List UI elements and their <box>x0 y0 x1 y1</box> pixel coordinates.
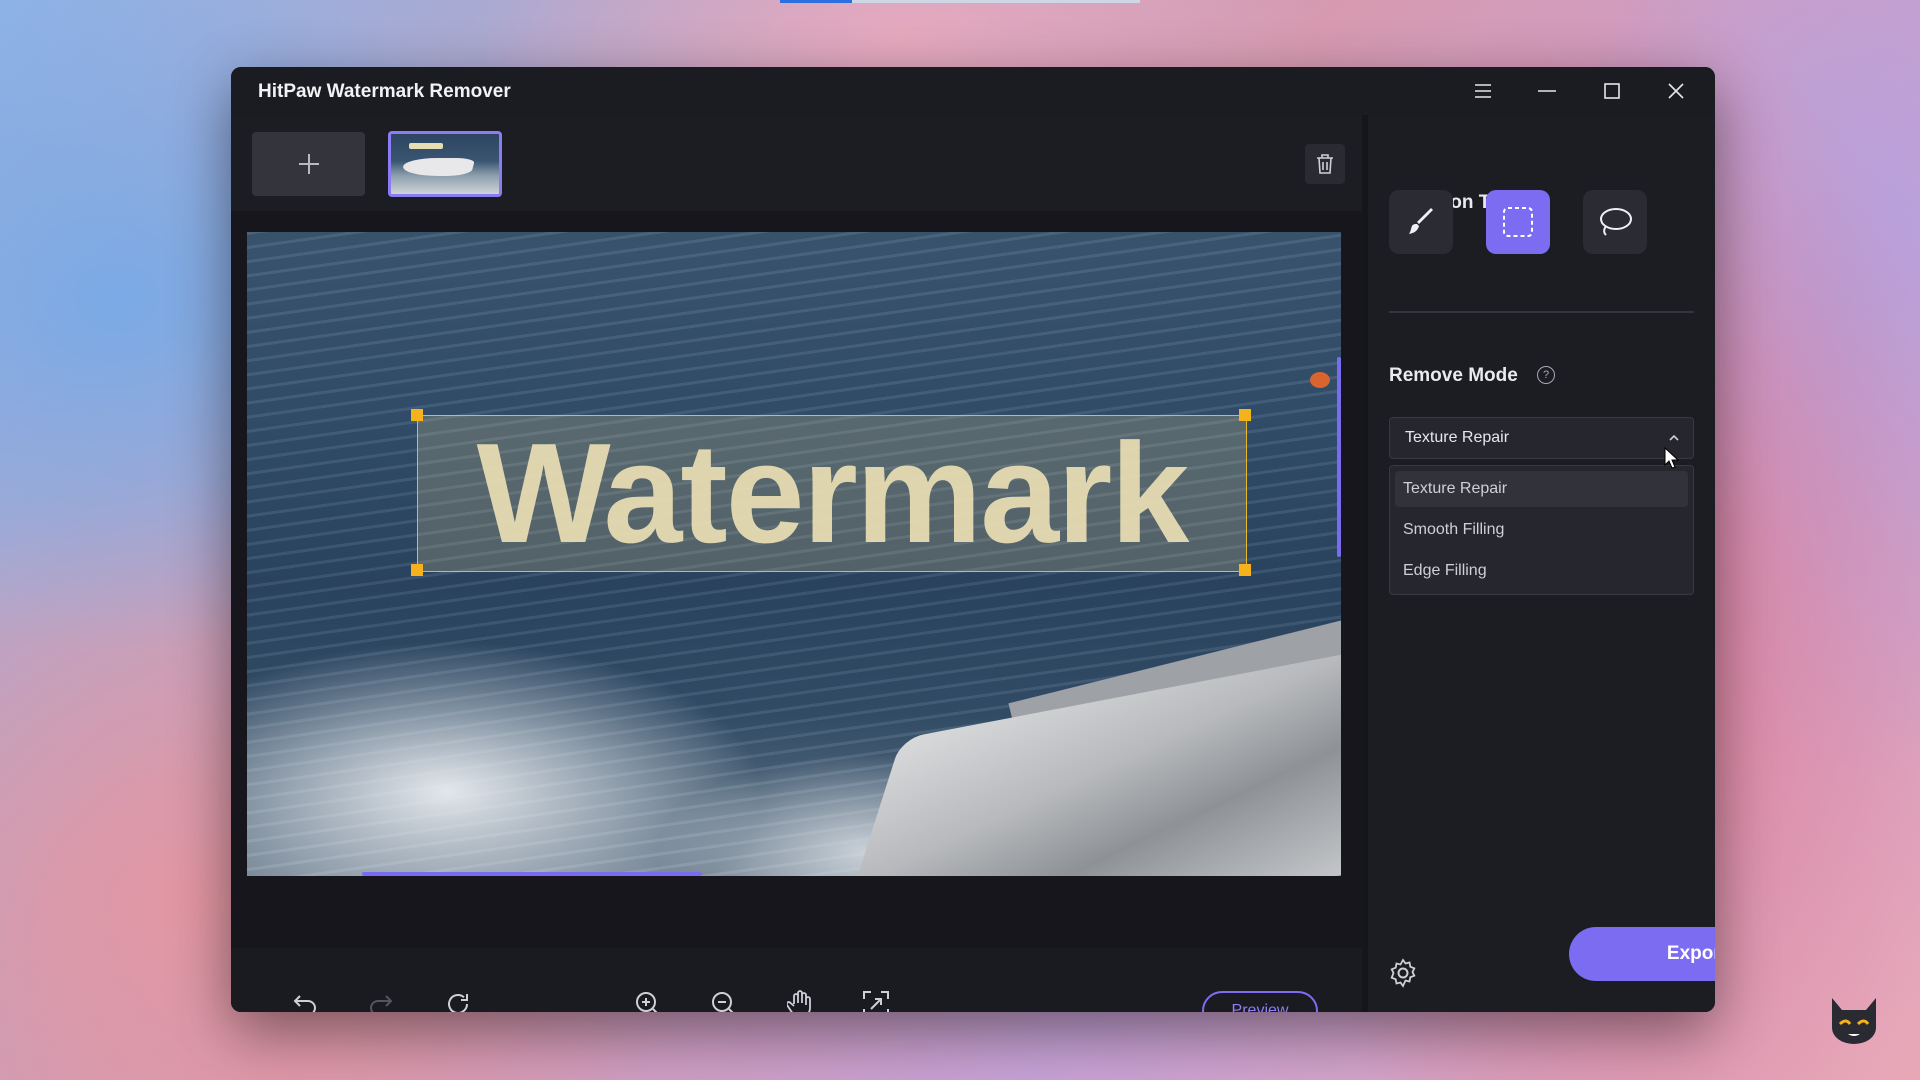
progress-fill <box>780 0 852 3</box>
preview-button[interactable]: Preview <box>1202 991 1318 1012</box>
mouse-cursor-icon <box>1664 447 1680 469</box>
zoom-out-button[interactable] <box>704 984 744 1012</box>
add-file-button[interactable] <box>252 132 365 196</box>
watermark-selection-box[interactable]: Watermark <box>417 415 1247 572</box>
rectangle-select-icon <box>1503 207 1533 237</box>
delete-button[interactable] <box>1305 144 1345 184</box>
minimize-icon <box>1538 90 1556 92</box>
right-panel: Selection Tool Remove Mode ? Texture Rep… <box>1368 115 1715 1012</box>
undo-button[interactable] <box>285 984 325 1012</box>
vertical-scrollbar[interactable] <box>1337 357 1341 557</box>
minimize-button[interactable] <box>1529 73 1565 109</box>
zoom-in-button[interactable] <box>628 984 668 1012</box>
panel-divider <box>1389 311 1694 313</box>
plus-icon <box>298 154 319 174</box>
lasso-tool-button[interactable] <box>1583 190 1647 254</box>
menu-button[interactable] <box>1465 73 1501 109</box>
thumbnail-watermark <box>409 143 443 149</box>
help-icon[interactable]: ? <box>1537 366 1555 384</box>
option-texture-repair[interactable]: Texture Repair <box>1395 471 1688 507</box>
rectangle-tool-button[interactable] <box>1486 190 1550 254</box>
image-thumbnail[interactable] <box>388 131 502 197</box>
undo-icon <box>293 995 316 1012</box>
selection-handle-bottom-right[interactable] <box>1239 564 1251 576</box>
watermark-text: Watermark <box>476 414 1190 573</box>
thumbnail-bar <box>231 115 1362 211</box>
export-button[interactable]: Export <box>1569 927 1715 981</box>
lasso-icon <box>1600 208 1632 236</box>
brush-tool-button[interactable] <box>1389 190 1453 254</box>
browser-progress-strip <box>780 0 1140 3</box>
bottom-toolbar: Preview <box>231 948 1362 1012</box>
gear-icon <box>1390 958 1416 988</box>
close-button[interactable] <box>1658 73 1694 109</box>
hand-icon <box>787 990 811 1012</box>
pan-button[interactable] <box>780 984 820 1012</box>
remove-mode-title: Remove Mode <box>1389 365 1518 386</box>
maximize-icon <box>1604 83 1620 99</box>
title-bar: HitPaw Watermark Remover <box>231 67 1715 115</box>
menu-icon <box>1475 84 1491 98</box>
remove-mode-value: Texture Repair <box>1405 429 1510 446</box>
trash-icon <box>1317 154 1333 174</box>
close-icon <box>1668 83 1684 99</box>
remove-mode-options: Texture Repair Smooth Filling Edge Filli… <box>1389 465 1694 595</box>
zoom-in-icon <box>636 992 658 1012</box>
selection-handle-top-left[interactable] <box>411 409 423 421</box>
fit-screen-icon <box>863 991 889 1012</box>
thumbnail-boat <box>400 158 476 176</box>
reset-button[interactable] <box>438 984 478 1012</box>
buoy <box>1310 372 1330 388</box>
option-smooth-filling[interactable]: Smooth Filling <box>1395 512 1688 548</box>
maximize-button[interactable] <box>1594 73 1630 109</box>
reset-icon <box>448 994 468 1012</box>
redo-icon <box>370 995 393 1012</box>
horizontal-scrollbar[interactable] <box>362 872 702 876</box>
remove-mode-select[interactable]: Texture Repair <box>1389 417 1694 459</box>
zoom-out-icon <box>712 992 734 1012</box>
brush-icon <box>1409 208 1433 234</box>
fit-screen-button[interactable] <box>856 984 896 1012</box>
selection-handle-top-right[interactable] <box>1239 409 1251 421</box>
redo-button[interactable] <box>361 984 401 1012</box>
mascot-cat-icon <box>1832 998 1876 1044</box>
chevron-up-icon <box>1669 434 1679 441</box>
app-title: HitPaw Watermark Remover <box>258 81 511 102</box>
selection-handle-bottom-left[interactable] <box>411 564 423 576</box>
option-edge-filling[interactable]: Edge Filling <box>1395 553 1688 589</box>
settings-button[interactable] <box>1383 953 1423 993</box>
